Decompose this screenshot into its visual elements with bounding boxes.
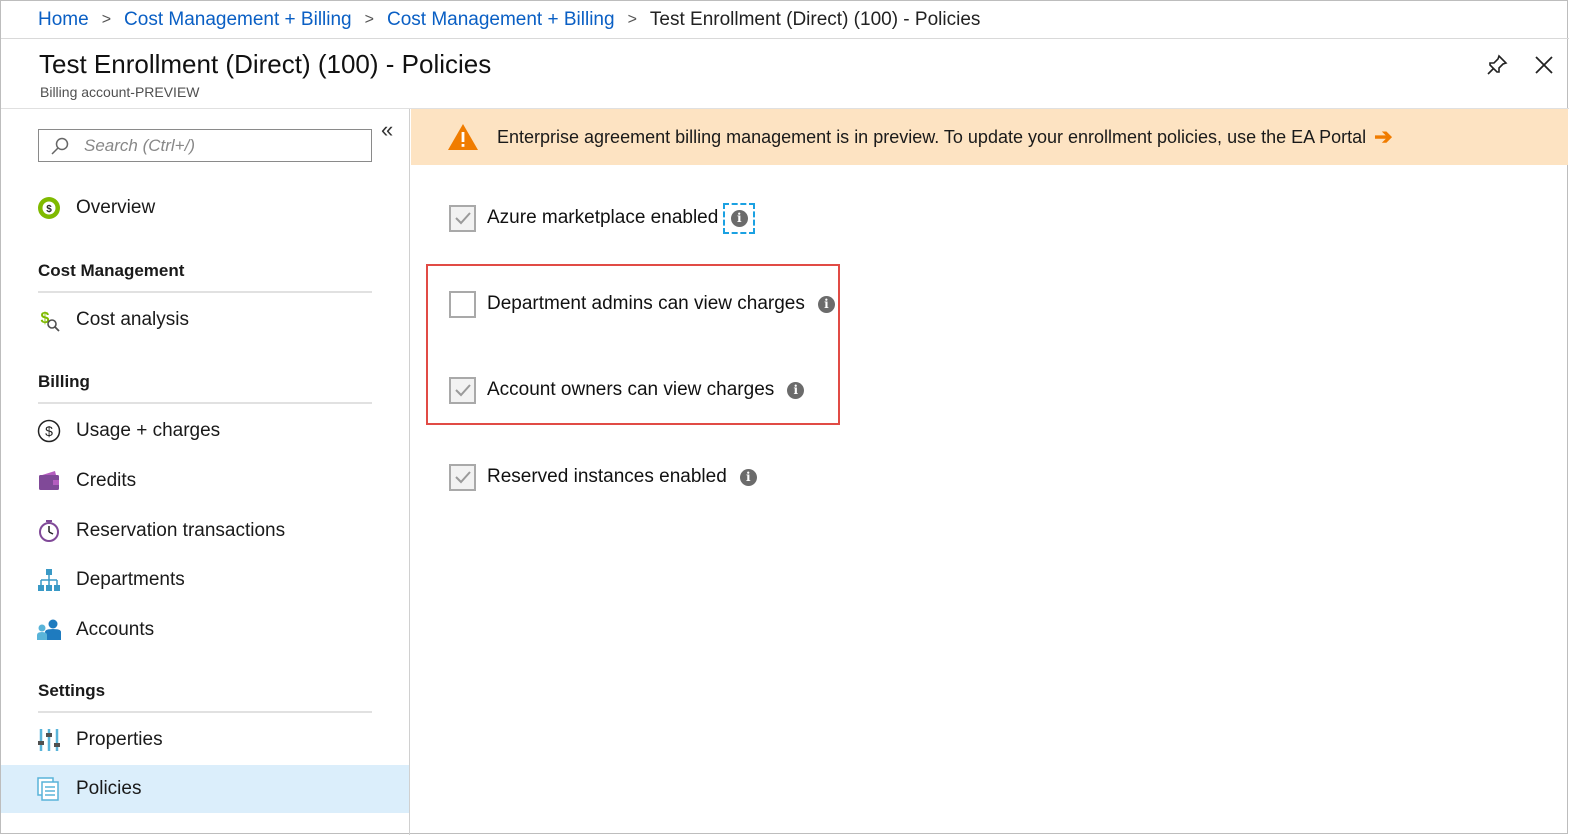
svg-text:$: $ — [46, 204, 52, 215]
chevron-right-icon: > — [101, 10, 112, 28]
sliders-icon — [37, 728, 61, 752]
arrow-right-icon[interactable]: ➔ — [1374, 124, 1392, 150]
chevron-right-icon: > — [627, 10, 637, 28]
sidebar-item-usage-charges[interactable]: $ Usage + charges — [1, 407, 409, 455]
users-icon — [37, 618, 61, 642]
sidebar-item-cost-analysis[interactable]: $ Cost analysis — [1, 296, 409, 344]
policies-document-icon — [37, 777, 61, 801]
sidebar-item-label: Usage + charges — [76, 420, 221, 441]
banner-message: Enterprise agreement billing management … — [497, 126, 1367, 147]
policy-label: Account owners can view charges — [487, 379, 775, 400]
section-cost-management: Cost Management — [38, 261, 372, 293]
policy-label: Azure marketplace enabled — [487, 207, 719, 228]
info-icon[interactable]: i — [787, 381, 805, 399]
cost-analysis-icon: $ — [37, 308, 61, 332]
breadcrumb: Home > Cost Management + Billing > Cost … — [1, 1, 1569, 39]
info-icon[interactable]: i — [817, 295, 835, 313]
checkmark-icon — [454, 384, 471, 397]
breadcrumb-current: Test Enrollment (Direct) (100) - Policie… — [649, 8, 981, 30]
sidebar-item-accounts[interactable]: Accounts — [1, 606, 409, 654]
pin-icon[interactable] — [1485, 53, 1509, 77]
chevron-right-icon: > — [364, 10, 374, 28]
collapse-sidebar-icon[interactable]: « — [381, 119, 393, 141]
clock-icon — [37, 519, 61, 543]
search-icon — [51, 137, 69, 155]
overview-icon: $ — [37, 196, 61, 220]
checkbox-azure-marketplace[interactable] — [449, 204, 476, 232]
search-input[interactable] — [84, 135, 344, 156]
preview-warning-banner: Enterprise agreement billing management … — [411, 109, 1568, 165]
sidebar-item-label: Policies — [76, 778, 142, 799]
breadcrumb-cost-management-billing-2[interactable]: Cost Management + Billing — [387, 9, 615, 31]
sidebar-item-label: Cost analysis — [76, 309, 189, 330]
search-box[interactable] — [38, 129, 372, 162]
hierarchy-icon — [37, 568, 61, 592]
section-settings: Settings — [38, 681, 372, 713]
sidebar-item-label: Departments — [76, 569, 185, 590]
policy-reserved-instances: Reserved instances enabled i — [449, 463, 757, 491]
info-icon[interactable]: i — [730, 209, 748, 227]
checkbox-account-owners[interactable] — [449, 376, 476, 404]
sidebar-item-policies[interactable]: Policies — [1, 765, 409, 813]
blade-header: Test Enrollment (Direct) (100) - Policie… — [1, 39, 1569, 109]
svg-text:$: $ — [45, 423, 53, 439]
warning-icon — [448, 124, 478, 150]
breadcrumb-cost-management-billing-1[interactable]: Cost Management + Billing — [124, 9, 352, 31]
sidebar-item-properties[interactable]: Properties — [1, 716, 409, 764]
sidebar-item-label: Reservation transactions — [76, 520, 286, 541]
sidebar-item-credits[interactable]: Credits — [1, 457, 409, 505]
policy-department-admins: Department admins can view charges i — [449, 290, 835, 318]
sidebar-item-departments[interactable]: Departments — [1, 556, 409, 604]
close-icon[interactable] — [1532, 53, 1556, 77]
checkmark-icon — [454, 471, 471, 484]
policy-azure-marketplace: Azure marketplace enabled i — [449, 202, 756, 234]
app-window: Home > Cost Management + Billing > Cost … — [0, 0, 1569, 835]
policy-label: Department admins can view charges — [487, 293, 805, 314]
page-subtitle: Billing account-PREVIEW — [40, 84, 200, 100]
sidebar-item-label: Overview — [76, 197, 156, 218]
sidebar-item-label: Credits — [76, 470, 137, 491]
sidebar-item-label: Accounts — [76, 619, 155, 640]
page-title: Test Enrollment (Direct) (100) - Policie… — [39, 49, 492, 79]
wallet-icon — [37, 469, 61, 493]
section-billing: Billing — [38, 372, 372, 404]
checkmark-icon — [454, 212, 471, 225]
sidebar-item-overview[interactable]: $ Overview — [1, 184, 409, 232]
sidebar-item-label: Properties — [76, 729, 163, 750]
policy-account-owners: Account owners can view charges i — [449, 376, 805, 404]
breadcrumb-home[interactable]: Home — [38, 9, 89, 31]
info-icon[interactable]: i — [739, 468, 757, 486]
checkbox-department-admins[interactable] — [449, 290, 476, 318]
sidebar: « $ Overview Cost Management $ Cost anal… — [1, 109, 410, 835]
info-focus-outline: i — [723, 202, 756, 234]
dollar-circle-icon: $ — [37, 419, 61, 443]
checkbox-reserved-instances[interactable] — [449, 463, 476, 491]
sidebar-item-reservation-transactions[interactable]: Reservation transactions — [1, 507, 409, 555]
policy-label: Reserved instances enabled — [487, 466, 727, 487]
